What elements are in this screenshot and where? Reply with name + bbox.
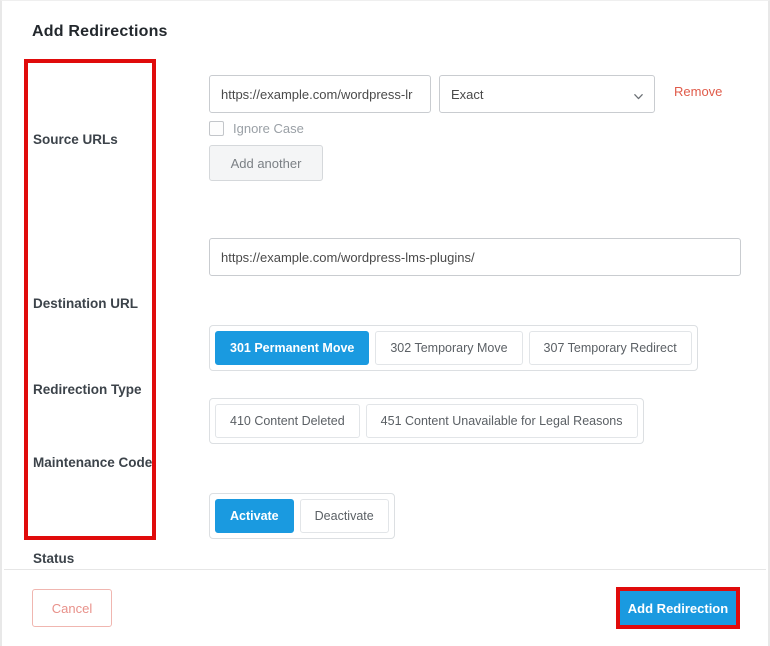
- ignore-case-row[interactable]: Ignore Case: [209, 121, 304, 136]
- maintenance-code-option-451[interactable]: 451 Content Unavailable for Legal Reason…: [366, 404, 638, 438]
- add-another-button[interactable]: Add another: [209, 145, 323, 181]
- remove-source-link[interactable]: Remove: [674, 84, 722, 99]
- label-destination-url: Destination URL: [33, 296, 138, 311]
- page-title: Add Redirections: [32, 23, 168, 41]
- label-status: Status: [33, 551, 74, 566]
- redirection-form: Source URLs Destination URL Redirection …: [2, 57, 768, 562]
- ignore-case-checkbox[interactable]: [209, 121, 224, 136]
- form-footer: Cancel Add Redirection: [4, 569, 766, 646]
- match-type-value: Exact: [451, 87, 484, 102]
- label-maintenance-code: Maintenance Code: [33, 455, 152, 470]
- add-redirections-panel: Add Redirections Source URLs Destination…: [0, 0, 770, 646]
- redirection-type-option-302[interactable]: 302 Temporary Move: [375, 331, 522, 365]
- redirection-type-group: 301 Permanent Move 302 Temporary Move 30…: [209, 325, 698, 371]
- status-group: Activate Deactivate: [209, 493, 395, 539]
- destination-url-input[interactable]: [209, 238, 741, 276]
- label-redirection-type: Redirection Type: [33, 382, 142, 397]
- add-redirection-button[interactable]: Add Redirection: [620, 591, 736, 625]
- source-url-input[interactable]: [209, 75, 431, 113]
- maintenance-code-group: 410 Content Deleted 451 Content Unavaila…: [209, 398, 644, 444]
- redirection-type-option-307[interactable]: 307 Temporary Redirect: [529, 331, 692, 365]
- ignore-case-label: Ignore Case: [233, 121, 304, 136]
- cancel-button[interactable]: Cancel: [32, 589, 112, 627]
- maintenance-code-option-410[interactable]: 410 Content Deleted: [215, 404, 360, 438]
- chevron-down-icon: [633, 89, 644, 100]
- status-option-deactivate[interactable]: Deactivate: [300, 499, 389, 533]
- label-source-urls: Source URLs: [33, 132, 118, 147]
- redirection-type-option-301[interactable]: 301 Permanent Move: [215, 331, 369, 365]
- match-type-select[interactable]: Exact: [439, 75, 655, 113]
- status-option-activate[interactable]: Activate: [215, 499, 294, 533]
